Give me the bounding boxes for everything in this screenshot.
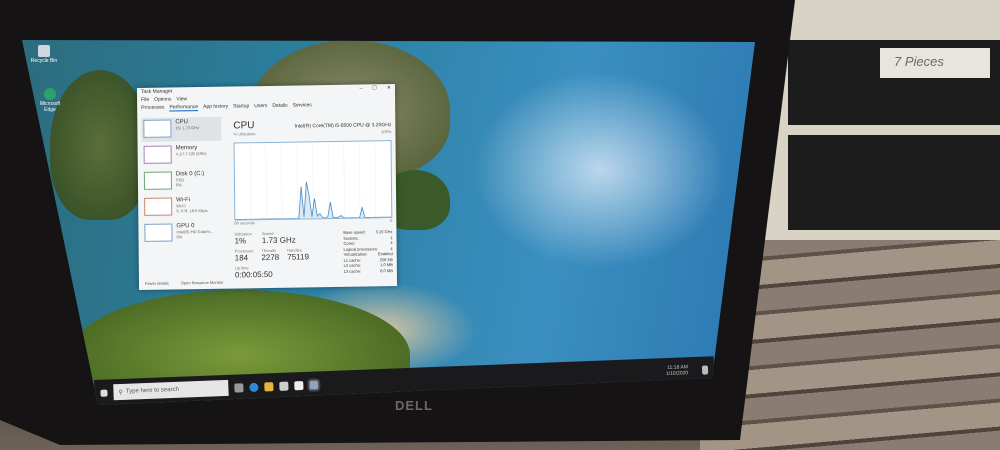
menu-file[interactable]: File [141, 97, 149, 103]
tab-details[interactable]: Details [272, 103, 287, 110]
cpu-heading: CPU [233, 120, 255, 132]
grid-line [281, 142, 283, 219]
uptime-value: 0:00:05:50 [234, 269, 273, 280]
search-icon: ⚲ [118, 389, 124, 396]
sidebar-item-cpu[interactable]: CPU 1% 1.73 GHz [141, 116, 222, 142]
grid-line [265, 143, 267, 220]
start-button-windows-icon[interactable] [100, 389, 108, 397]
gpu-thumbnail [144, 223, 173, 242]
grid-line [374, 141, 376, 218]
cpu-utilization-graph [233, 140, 393, 221]
sidebar-item-disk[interactable]: Disk 0 (C:) SSD 0% [142, 169, 222, 194]
store-icon[interactable] [279, 381, 289, 391]
sidebar-item-memory[interactable]: Memory 4.1/7.7 GB (53%) [142, 143, 222, 168]
cpu-details: Base speed: 3.19 GHz Sockets: 1 Cores: 4 Logic… [343, 229, 393, 278]
close-button[interactable]: ✕ [387, 85, 391, 91]
grid-line [296, 142, 298, 219]
file-explorer-icon[interactable] [264, 381, 274, 391]
grid-line [343, 141, 345, 218]
tab-performance[interactable]: Performance [169, 104, 199, 112]
tv-stand [760, 0, 1000, 250]
task-manager-taskbar-icon[interactable] [307, 377, 321, 392]
monitor-brand-logo: DELL [395, 398, 433, 413]
menu-options[interactable]: Options [154, 96, 171, 102]
task-manager-window: Task Manager – ☐ ✕ File Options View Proce… [136, 83, 398, 291]
processes-value: 184 [234, 253, 249, 263]
window-title: Task Manager [140, 88, 173, 95]
tab-processes[interactable]: Processes [141, 105, 164, 112]
recycle-bin-icon [38, 45, 50, 57]
sidebar-item-gpu[interactable]: GPU 0 Intel(R) HD Graphi... 0% [142, 221, 222, 246]
edge-icon [44, 88, 56, 100]
system-tray-clock[interactable]: 11:18 AM 1/10/2020 [666, 364, 697, 377]
tab-services[interactable]: Services [293, 102, 312, 109]
cpu-thumbnail [143, 119, 172, 138]
graph-label: % Utilization [233, 131, 256, 137]
edge-taskbar-icon[interactable] [249, 382, 259, 392]
taskbar-search[interactable]: ⚲ Type here to search [113, 379, 229, 401]
desktop-icon-edge[interactable]: Microsoft Edge [36, 88, 64, 113]
tab-app-history[interactable]: App history [203, 104, 228, 111]
menu-view[interactable]: View [176, 96, 187, 102]
desktop-icon-recycle-bin[interactable]: Recycle Bin [30, 45, 58, 64]
tab-startup[interactable]: Startup [233, 103, 249, 110]
utilization-value: 1% [234, 236, 247, 246]
task-view-icon[interactable] [234, 382, 244, 393]
detail-value: 6.0 MB [380, 267, 393, 273]
threads-value: 2278 [261, 252, 280, 263]
graph-max: 100% [381, 129, 392, 135]
tab-users[interactable]: Users [254, 103, 267, 110]
open-resource-monitor-link[interactable]: Open Resource Monitor [181, 280, 224, 286]
grid-line [359, 141, 361, 218]
maximize-button[interactable]: ☐ [372, 85, 377, 91]
handles-value: 75119 [287, 252, 309, 262]
speed-value: 1.73 GHz [261, 235, 296, 246]
wifi-thumbnail [144, 197, 173, 216]
fewer-details-link[interactable]: Fewer details [145, 281, 169, 286]
mail-icon[interactable] [294, 380, 304, 390]
minimize-button[interactable]: – [359, 85, 362, 91]
grid-line [327, 142, 330, 219]
disk-thumbnail [143, 171, 173, 190]
cpu-detail-row: L3 cache: 6.0 MB [344, 268, 393, 274]
grid-line [249, 143, 252, 220]
sidebar-item-wifi[interactable]: Wi-Fi Wi-Fi S: 0 R: 16.0 Kbps [142, 195, 222, 220]
detail-key: L3 cache: [343, 268, 362, 274]
memory-thumbnail [143, 145, 172, 164]
notifications-icon[interactable] [701, 364, 709, 375]
shelf-box-label: 7 Pieces [880, 48, 990, 78]
